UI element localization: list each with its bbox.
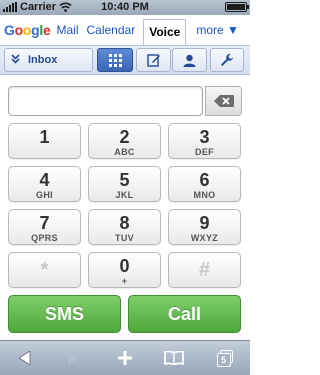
forward-button[interactable] [58, 347, 88, 369]
key-letters: GHI [36, 190, 53, 200]
add-bookmark-button[interactable] [110, 347, 140, 369]
key-digit: 6 [199, 170, 210, 190]
contacts-icon [183, 54, 196, 67]
key-4[interactable]: 4 GHI [8, 166, 81, 202]
forward-arrow-icon [68, 351, 79, 365]
key-letters: + [121, 276, 128, 286]
phone-number-input[interactable] [8, 86, 203, 116]
key-digit: 3 [199, 127, 210, 147]
key-1[interactable]: 1 [8, 123, 81, 159]
keypad-tab-button[interactable] [97, 48, 133, 72]
key-digit: 8 [119, 213, 130, 233]
call-button[interactable]: Call [128, 295, 241, 333]
key-digit: 0 [119, 256, 130, 276]
key-letters: QPRS [31, 233, 58, 243]
pages-icon: 5 [216, 349, 234, 367]
pages-button[interactable]: 5 [210, 347, 240, 369]
browser-toolbar: 5 [0, 340, 250, 375]
key-5[interactable]: 5 JKL [88, 166, 161, 202]
nav-more-menu[interactable]: more ▼ [196, 23, 239, 37]
key-digit: 2 [119, 127, 130, 147]
sms-button[interactable]: SMS [8, 295, 121, 333]
wrench-icon [221, 54, 233, 66]
key-7[interactable]: 7 QPRS [8, 209, 81, 245]
key-letters: TUV [115, 233, 134, 243]
key-0[interactable]: 0 + [88, 252, 161, 288]
nav-tab-voice[interactable]: Voice [143, 18, 187, 46]
settings-button[interactable] [210, 48, 244, 72]
bookmarks-icon [164, 351, 184, 365]
key-digit: 1 [39, 127, 50, 147]
key-letters: WXYZ [190, 233, 219, 243]
key-letters: ABC [114, 147, 135, 157]
nav-link-mail[interactable]: Mail [56, 23, 78, 37]
battery-icon [225, 2, 249, 12]
google-logo[interactable]: Google [4, 22, 51, 38]
key-6[interactable]: 6 MNO [168, 166, 241, 202]
google-nav-bar: Google Mail Calendar Voice more ▼ [0, 15, 250, 46]
key-digit: 9 [199, 213, 210, 233]
voice-toolbar: Inbox [0, 45, 250, 75]
pages-count: 5 [216, 352, 231, 367]
clock: 10:40 PM [101, 1, 149, 13]
back-arrow-icon [19, 351, 31, 365]
key-letters: MNO [193, 190, 216, 200]
compose-icon [146, 54, 160, 67]
key-digit: 7 [39, 213, 50, 233]
double-chevron-down-icon [11, 53, 20, 67]
key-3[interactable]: 3 DEF [168, 123, 241, 159]
key-star[interactable]: * [8, 252, 81, 288]
key-8[interactable]: 8 TUV [88, 209, 161, 245]
backspace-button[interactable] [205, 86, 242, 116]
key-pound[interactable]: # [168, 252, 241, 288]
plus-icon [118, 351, 132, 365]
compose-button[interactable] [136, 48, 171, 72]
key-9[interactable]: 9 WXYZ [168, 209, 241, 245]
nav-link-calendar[interactable]: Calendar [87, 23, 136, 37]
contacts-button[interactable] [172, 48, 207, 72]
inbox-menu-button[interactable]: Inbox [4, 48, 93, 72]
key-digit: 4 [39, 170, 50, 190]
key-letters: JKL [115, 190, 134, 200]
key-letters: DEF [195, 147, 214, 157]
back-button[interactable] [10, 347, 40, 369]
key-digit: # [198, 259, 211, 281]
key-digit: * [40, 259, 49, 281]
key-2[interactable]: 2 ABC [88, 123, 161, 159]
keypad-icon [108, 53, 122, 67]
bookmarks-button[interactable] [159, 347, 189, 369]
inbox-label: Inbox [28, 54, 58, 66]
status-bar: Carrier 10:40 PM [0, 0, 250, 15]
key-digit: 5 [119, 170, 130, 190]
backspace-icon [213, 95, 234, 107]
